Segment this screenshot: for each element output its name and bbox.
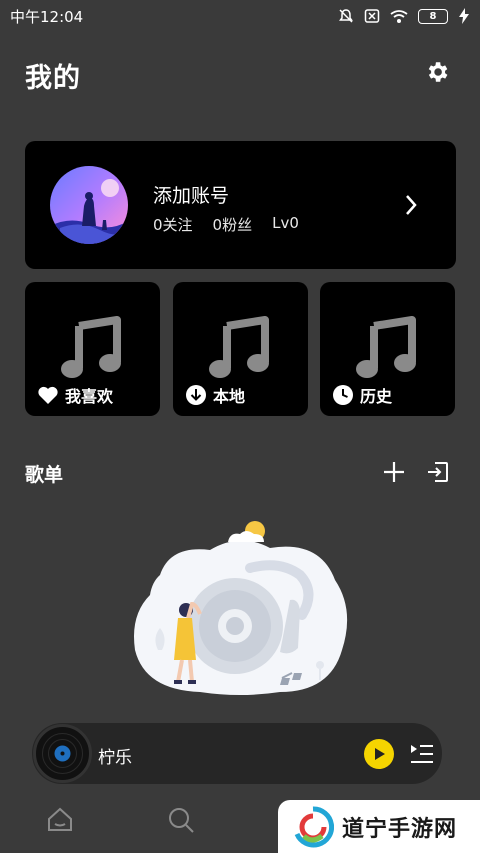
- charging-icon: [459, 8, 469, 24]
- watermark: 道宁手游网: [278, 800, 480, 853]
- tile-local[interactable]: 本地: [173, 282, 308, 416]
- mute-icon: [339, 9, 353, 23]
- chevron-right-icon[interactable]: [403, 193, 419, 217]
- mini-player[interactable]: 柠乐: [32, 723, 442, 784]
- account-name[interactable]: 添加账号: [153, 181, 229, 208]
- tile-local-label: 本地: [213, 387, 246, 406]
- tile-history[interactable]: 历史: [320, 282, 455, 416]
- battery-level: 8: [429, 10, 437, 22]
- status-time: 中午12:04: [10, 7, 84, 26]
- music-note-icon: [356, 316, 416, 378]
- music-note-icon: [61, 316, 121, 378]
- status-bar: 中午12:04 8: [0, 0, 480, 32]
- status-icons: 8: [338, 8, 470, 24]
- track-title: 柠乐: [98, 748, 132, 768]
- level-badge: Lv0: [272, 214, 299, 232]
- wifi-icon: [390, 9, 408, 23]
- account-stats: 0关注 0粉丝 Lv0: [153, 214, 299, 235]
- heart-icon: [38, 386, 58, 404]
- follow-count[interactable]: 0关注: [153, 214, 193, 235]
- tile-label: 历史: [332, 383, 392, 407]
- tile-label: 本地: [185, 383, 245, 407]
- play-button[interactable]: [364, 739, 394, 769]
- avatar[interactable]: [50, 166, 128, 244]
- avatar-image: [50, 166, 128, 244]
- download-icon: [186, 385, 206, 405]
- page-title: 我的: [25, 63, 81, 94]
- battery-indicator: 8: [418, 8, 448, 24]
- settings-gear-icon[interactable]: [424, 59, 450, 85]
- tile-favorites-label: 我喜欢: [65, 387, 114, 406]
- fans-count[interactable]: 0粉丝: [213, 214, 253, 235]
- play-icon: [375, 748, 385, 760]
- account-card[interactable]: 添加账号 0关注 0粉丝 Lv0: [25, 141, 456, 269]
- watermark-logo: [294, 805, 334, 847]
- search-icon[interactable]: [167, 806, 195, 834]
- vinyl-disc-icon: [33, 724, 92, 783]
- tile-favorites[interactable]: 我喜欢: [25, 282, 160, 416]
- home-icon[interactable]: [47, 806, 73, 832]
- playlist-section-title: 歌单: [25, 464, 64, 486]
- no-sim-icon: [364, 9, 380, 23]
- import-icon[interactable]: [427, 461, 449, 483]
- clock-icon: [333, 385, 353, 405]
- tile-history-label: 历史: [360, 387, 393, 406]
- watermark-text: 道宁手游网: [342, 816, 458, 842]
- queue-list-icon[interactable]: [410, 743, 434, 765]
- music-note-icon: [209, 316, 269, 378]
- tile-label: 我喜欢: [37, 383, 113, 407]
- empty-playlist-illustration: [134, 521, 348, 695]
- plus-icon[interactable]: [383, 461, 405, 483]
